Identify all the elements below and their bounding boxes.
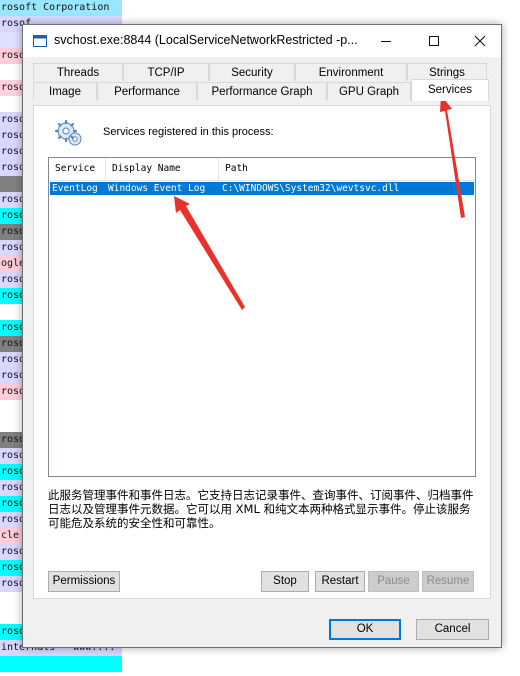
background-list-row: rosoft Corporation xyxy=(0,0,122,16)
window-title: svchost.exe:8844 (LocalServiceNetworkRes… xyxy=(54,33,358,47)
cell-path: C:\WINDOWS\System32\wevtsvc.dll xyxy=(222,183,400,194)
stop-button[interactable]: Stop xyxy=(261,571,309,592)
tab-security[interactable]: Security xyxy=(209,63,295,81)
service-description: 此服务管理事件和事件日志。它支持日志记录事件、查询事件、订阅事件、归档事件日志以… xyxy=(48,488,474,530)
minimize-button[interactable] xyxy=(363,25,409,57)
gears-icon xyxy=(54,119,82,146)
title-bar[interactable]: svchost.exe:8844 (LocalServiceNetworkRes… xyxy=(23,25,501,57)
tab-performance[interactable]: Performance xyxy=(97,82,197,100)
close-button[interactable] xyxy=(457,25,503,57)
tab-performance-graph[interactable]: Performance Graph xyxy=(197,82,327,100)
services-heading: Services registered in this process: xyxy=(103,126,274,138)
close-icon xyxy=(474,35,486,47)
tab-threads[interactable]: Threads xyxy=(33,63,123,81)
resume-button[interactable]: Resume xyxy=(422,571,474,592)
cell-service: EventLog xyxy=(52,183,98,194)
ok-button[interactable]: OK xyxy=(329,619,401,640)
tab-environment[interactable]: Environment xyxy=(295,63,407,81)
process-properties-dialog: svchost.exe:8844 (LocalServiceNetworkRes… xyxy=(22,24,502,648)
maximize-button[interactable] xyxy=(411,25,457,57)
listview-header: Service Display Name Path xyxy=(49,158,475,181)
minimize-icon xyxy=(381,41,391,42)
maximize-icon xyxy=(429,36,439,46)
pause-button[interactable]: Pause xyxy=(368,571,419,592)
cell-display-name: Windows Event Log xyxy=(108,183,206,194)
cancel-button[interactable]: Cancel xyxy=(416,619,489,640)
tab-image[interactable]: Image xyxy=(33,82,97,100)
tab-tcpip[interactable]: TCP/IP xyxy=(123,63,209,81)
restart-button[interactable]: Restart xyxy=(315,571,365,592)
column-header-display-name[interactable]: Display Name xyxy=(106,158,219,180)
table-row[interactable]: EventLog Windows Event Log C:\WINDOWS\Sy… xyxy=(50,182,474,195)
column-header-path[interactable]: Path xyxy=(219,158,475,180)
tab-services[interactable]: Services xyxy=(411,79,489,101)
background-list-row xyxy=(0,656,122,672)
app-window-icon xyxy=(33,35,47,47)
column-header-service[interactable]: Service xyxy=(49,158,106,180)
services-listview[interactable]: Service Display Name Path EventLog Windo… xyxy=(48,157,476,477)
tab-gpu-graph[interactable]: GPU Graph xyxy=(327,82,411,100)
permissions-button[interactable]: Permissions xyxy=(48,571,120,592)
